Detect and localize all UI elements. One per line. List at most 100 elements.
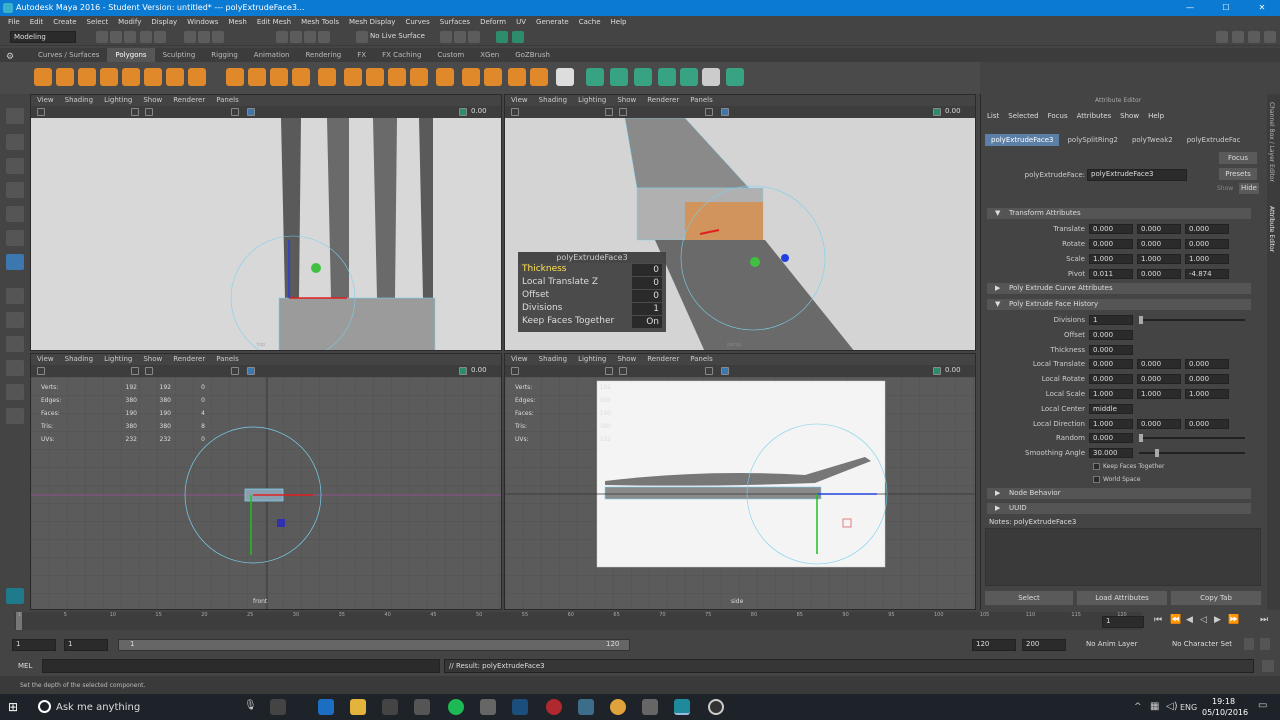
transform-field[interactable]: 1.000 bbox=[1185, 254, 1229, 264]
ae-menu-show[interactable]: Show bbox=[1120, 112, 1139, 120]
isolate-select-icon[interactable] bbox=[705, 108, 713, 116]
ae-menu-focus[interactable]: Focus bbox=[1048, 112, 1068, 120]
time-slider[interactable]: 1 ⏮ ⏪ ◀ ◁ ▶ ⏩ ⏭ 1 5 10 15 20 25 30 35 40 45 50 55 60… bbox=[0, 610, 1280, 634]
smooth-shade-icon[interactable] bbox=[145, 367, 153, 375]
viewport-menu-shading[interactable]: Shading bbox=[65, 95, 93, 106]
toggle-attribute-editor-icon[interactable] bbox=[1216, 31, 1228, 43]
keep-faces-value[interactable]: On bbox=[632, 316, 662, 328]
smooth-shade-icon[interactable] bbox=[145, 108, 153, 116]
viewport-front[interactable]: View Shading Lighting Show Renderer Pane… bbox=[30, 353, 502, 610]
shelf-tab-rendering[interactable]: Rendering bbox=[297, 48, 349, 62]
thickness-value[interactable]: 0 bbox=[632, 264, 662, 276]
magnet-icon[interactable] bbox=[356, 31, 368, 43]
render-settings-icon[interactable] bbox=[468, 31, 480, 43]
transform-field[interactable]: 1.000 bbox=[1137, 254, 1181, 264]
viewport-side[interactable]: View Shading Lighting Show Renderer Pane… bbox=[504, 353, 976, 610]
range-bar[interactable] bbox=[118, 639, 630, 651]
taskbar-search-text[interactable]: Ask me anything bbox=[56, 702, 140, 713]
shelf-tab-xgen[interactable]: XGen bbox=[472, 48, 507, 62]
shelf-tab-polygons[interactable]: Polygons bbox=[107, 48, 155, 62]
bridge-icon[interactable] bbox=[388, 68, 406, 86]
viewport-menu-renderer[interactable]: Renderer bbox=[173, 354, 205, 365]
playback-start-field[interactable]: 1 bbox=[64, 639, 108, 651]
history-field[interactable]: 0.000 bbox=[1089, 359, 1133, 370]
shelf-tab-gozbrush[interactable]: GoZBrush bbox=[507, 48, 558, 62]
smooth-icon[interactable] bbox=[270, 68, 288, 86]
four-view-layout-icon[interactable] bbox=[6, 312, 24, 328]
history-field[interactable]: 30.000 bbox=[1089, 448, 1133, 459]
hypershade-icon[interactable] bbox=[496, 31, 508, 43]
scale-tool-icon[interactable] bbox=[6, 230, 24, 246]
clock-date[interactable]: 05/10/2016 bbox=[1202, 708, 1248, 717]
poly-sphere-icon[interactable] bbox=[34, 68, 52, 86]
undo-icon[interactable] bbox=[140, 31, 152, 43]
side-tab-attribute-editor[interactable]: Attribute Editor bbox=[1268, 206, 1275, 252]
in-view-row-keep-faces[interactable]: Keep Faces Together On bbox=[518, 315, 666, 328]
action-center-icon[interactable]: ▭ bbox=[1258, 700, 1267, 711]
in-view-row-thickness[interactable]: Thickness 0 bbox=[518, 263, 666, 276]
wireframe-icon[interactable] bbox=[605, 367, 613, 375]
gamma-icon[interactable] bbox=[933, 108, 941, 116]
show-button[interactable]: Show bbox=[1217, 185, 1233, 192]
tab-polyextrudeface3[interactable]: polyExtrudeFace3 bbox=[985, 134, 1060, 146]
planar-map-icon[interactable] bbox=[610, 68, 628, 86]
render-frame-icon[interactable] bbox=[440, 31, 452, 43]
shelf-tab-fx-caching[interactable]: FX Caching bbox=[374, 48, 429, 62]
toggle-channel-box-icon[interactable] bbox=[1248, 31, 1260, 43]
move-tool-icon[interactable] bbox=[6, 182, 24, 198]
modeling-toolkit-icon[interactable] bbox=[512, 31, 524, 43]
tab-polytweak2[interactable]: polyTweak2 bbox=[1126, 134, 1179, 146]
volume-icon[interactable]: ◁) bbox=[1166, 701, 1178, 712]
select-button[interactable]: Select bbox=[985, 591, 1073, 605]
app-red-icon[interactable] bbox=[546, 699, 562, 715]
windows-start-icon[interactable]: ⊞ bbox=[8, 700, 18, 714]
smooth-shade-icon[interactable] bbox=[619, 367, 627, 375]
playback-end-field[interactable]: 120 bbox=[972, 639, 1016, 651]
language-indicator[interactable]: ENG bbox=[1180, 703, 1197, 712]
poly-extrude-curve-section[interactable]: ▶ Poly Extrude Curve Attributes bbox=[987, 283, 1251, 294]
shelf-tab-rigging[interactable]: Rigging bbox=[203, 48, 246, 62]
media-player-icon[interactable] bbox=[414, 699, 430, 715]
history-field[interactable]: middle bbox=[1089, 403, 1133, 414]
bevel-icon[interactable] bbox=[366, 68, 384, 86]
history-field[interactable]: 1.000 bbox=[1137, 389, 1181, 399]
ae-menu-help[interactable]: Help bbox=[1148, 112, 1164, 120]
notes-field[interactable] bbox=[985, 528, 1261, 586]
combine-icon[interactable] bbox=[226, 68, 244, 86]
node-behavior-section[interactable]: ▶ Node Behavior bbox=[987, 488, 1251, 499]
transform-field[interactable]: 0.000 bbox=[1137, 224, 1181, 234]
ae-menu-list[interactable]: List bbox=[987, 112, 999, 120]
system-tray-up-icon[interactable]: ^ bbox=[1134, 702, 1142, 712]
viewport-menu-panels[interactable]: Panels bbox=[216, 95, 239, 106]
history-field[interactable]: 0.000 bbox=[1185, 374, 1229, 385]
local-translate-z-value[interactable]: 0 bbox=[632, 277, 662, 289]
extrude-icon[interactable] bbox=[344, 68, 362, 86]
target-weld-icon[interactable] bbox=[530, 68, 548, 86]
attribute-slider[interactable] bbox=[1139, 437, 1245, 440]
separate-icon[interactable] bbox=[248, 68, 266, 86]
poly-disc-icon[interactable] bbox=[166, 68, 184, 86]
node-name-field[interactable]: polyExtrudeFace3 bbox=[1087, 169, 1187, 181]
viewport-menu-view[interactable]: View bbox=[37, 95, 54, 106]
poly-torus-icon[interactable] bbox=[122, 68, 140, 86]
play-forwards-icon[interactable]: ▶ bbox=[1214, 615, 1221, 625]
menu-windows[interactable]: Windows bbox=[187, 16, 218, 28]
viewport-menu-show[interactable]: Show bbox=[143, 354, 162, 365]
animation-end-field[interactable]: 200 bbox=[1022, 639, 1066, 651]
camera-icon[interactable] bbox=[511, 108, 519, 116]
wireframe-icon[interactable] bbox=[131, 367, 139, 375]
file-explorer-icon[interactable] bbox=[350, 699, 366, 715]
append-polygon-icon[interactable] bbox=[410, 68, 428, 86]
isolate-select-icon[interactable] bbox=[231, 367, 239, 375]
transform-attributes-section[interactable]: ▼ Transform Attributes bbox=[987, 208, 1251, 219]
steam-icon[interactable] bbox=[480, 699, 496, 715]
divisions-value[interactable]: 1 bbox=[632, 303, 662, 315]
cylindrical-map-icon[interactable] bbox=[634, 68, 652, 86]
menu-mesh[interactable]: Mesh bbox=[228, 16, 246, 28]
select-object-icon[interactable] bbox=[198, 31, 210, 43]
shelf-tab-animation[interactable]: Animation bbox=[246, 48, 298, 62]
step-forward-key-icon[interactable]: ⏩ bbox=[1228, 615, 1239, 625]
menu-create[interactable]: Create bbox=[53, 16, 76, 28]
shelf-tab-fx[interactable]: FX bbox=[349, 48, 374, 62]
gamma-icon[interactable] bbox=[933, 367, 941, 375]
